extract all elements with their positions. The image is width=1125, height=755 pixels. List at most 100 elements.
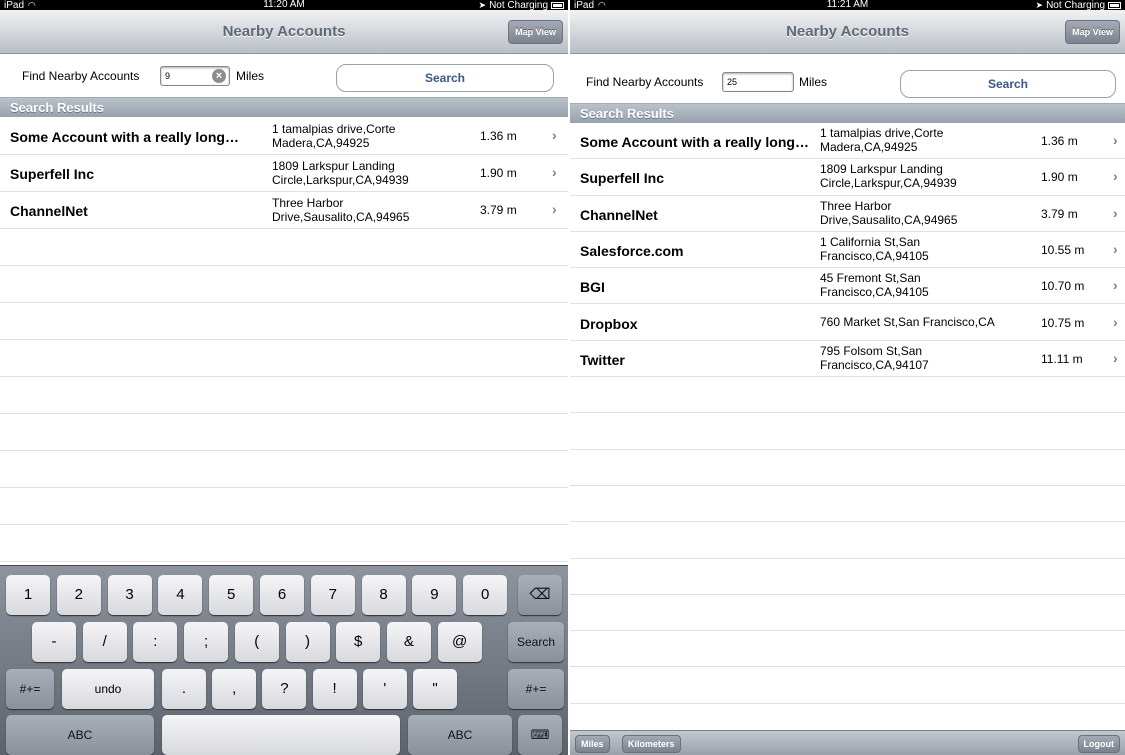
- account-name: Some Account with a really long…: [580, 134, 809, 150]
- account-name: Some Account with a really long…: [10, 129, 239, 145]
- key-0[interactable]: .: [162, 669, 206, 709]
- miles-button[interactable]: Miles: [575, 735, 610, 753]
- empty-row: [570, 377, 1125, 414]
- empty-row: [0, 266, 568, 303]
- table-row[interactable]: Some Account with a really long… 1 tamalp…: [570, 123, 1125, 160]
- account-distance: 11.11 m: [1041, 351, 1083, 366]
- address-line-1: 795 Folsom St,San: [820, 343, 923, 358]
- search-button[interactable]: Search: [900, 70, 1116, 98]
- empty-row: [0, 451, 568, 488]
- account-address: 1 tamalpias drive,Corte Madera,CA,94925: [272, 122, 472, 150]
- address-line-1: 1809 Larkspur Landing: [272, 159, 395, 173]
- location-arrow-icon: ➤: [478, 0, 487, 10]
- account-distance: 1.36 m: [1041, 134, 1078, 148]
- key-3[interactable]: !: [312, 669, 357, 709]
- chevron-right-icon: ›: [552, 127, 557, 143]
- status-bar: iPad ◠ 11:20 AM ➤ Not Charging: [0, 0, 568, 11]
- address-line-1: 45 Fremont St,San: [820, 271, 921, 286]
- find-row: Find Nearby Accounts 25 Miles Search: [570, 61, 1125, 103]
- key-2[interactable]: :: [133, 622, 178, 662]
- key-7[interactable]: &: [386, 622, 431, 662]
- table-row[interactable]: Salesforce.com 1 California St,San Francis…: [570, 231, 1125, 269]
- right-screen: iPad ◠ 11:21 AM ➤ Not Charging Nearby Acc…: [570, 0, 1125, 755]
- empty-row: [0, 340, 568, 377]
- address-line-2: Madera,CA,94925: [272, 136, 370, 150]
- keyboard-dismiss-icon[interactable]: ⌨: [518, 715, 562, 755]
- search-button[interactable]: Search: [336, 64, 554, 92]
- key-4[interactable]: 5: [209, 575, 254, 615]
- table-row[interactable]: Superfell Inc 1809 Larkspur Landing Circle…: [0, 155, 568, 192]
- key-8[interactable]: 9: [412, 575, 457, 615]
- chevron-right-icon: ›: [1113, 204, 1118, 221]
- table-row[interactable]: Dropbox 760 Market St,San Francisco,CA 10.…: [570, 304, 1125, 341]
- key-4[interactable]: ': [362, 669, 407, 709]
- table-row[interactable]: BGI 45 Fremont St,San Francisco,CA,94105 10…: [570, 268, 1125, 305]
- account-distance: 1.90 m: [1041, 170, 1078, 185]
- miles-input[interactable]: 25: [722, 72, 794, 92]
- account-distance: 10.55 m: [1041, 242, 1085, 257]
- miles-input-value: 25: [727, 77, 738, 87]
- abc-key-right[interactable]: ABC: [408, 715, 512, 755]
- key-7[interactable]: 8: [361, 575, 406, 615]
- logout-button[interactable]: Logout: [1077, 735, 1120, 753]
- page-title: Nearby Accounts: [786, 23, 909, 40]
- bottom-toolbar: Miles Kilometers Logout: [570, 730, 1125, 755]
- empty-row: [570, 559, 1125, 595]
- address-line-1: 760 Market St,San Francisco,CA: [820, 314, 995, 329]
- address-line-2: Madera,CA,94925: [820, 140, 918, 154]
- space-key[interactable]: [162, 715, 400, 755]
- undo-key[interactable]: undo: [62, 669, 154, 709]
- empty-row: [0, 414, 568, 451]
- key-2[interactable]: 3: [107, 575, 152, 615]
- empty-row: [0, 303, 568, 340]
- table-row[interactable]: Superfell Inc 1809 Larkspur Landing Circle…: [570, 159, 1125, 196]
- account-distance: 1.36 m: [480, 129, 517, 143]
- clear-icon[interactable]: ×: [212, 69, 226, 83]
- shift-symbols-key-left[interactable]: #+=: [6, 669, 54, 709]
- key-0[interactable]: 1: [6, 575, 50, 615]
- empty-row: [570, 668, 1125, 704]
- map-view-button[interactable]: Map View: [1065, 20, 1120, 44]
- key-1[interactable]: ,: [212, 669, 257, 709]
- account-name: Dropbox: [580, 315, 638, 332]
- key-5[interactable]: ": [413, 669, 457, 709]
- chevron-right-icon: ›: [1113, 168, 1118, 185]
- table-row[interactable]: Twitter 795 Folsom St,San Francisco,CA,941…: [570, 340, 1125, 378]
- key-3[interactable]: 4: [158, 575, 203, 615]
- chevron-right-icon: ›: [552, 164, 557, 180]
- status-bar: iPad ◠ 11:21 AM ➤ Not Charging: [570, 0, 1125, 11]
- key-1[interactable]: /: [82, 622, 127, 662]
- key-9[interactable]: 0: [463, 575, 508, 615]
- key-6[interactable]: 7: [310, 575, 355, 615]
- key-4[interactable]: (: [234, 622, 279, 662]
- account-name: ChannelNet: [580, 206, 658, 223]
- search-results-header: Search Results: [0, 97, 568, 117]
- chevron-right-icon: ›: [552, 201, 557, 217]
- address-line-2: Drive,Sausalito,CA,94965: [272, 210, 410, 224]
- battery-icon: [1108, 2, 1121, 9]
- key-3[interactable]: ;: [184, 622, 229, 662]
- kilometers-button[interactable]: Kilometers: [622, 735, 681, 753]
- shift-symbols-key-right[interactable]: #+=: [508, 669, 564, 709]
- address-line-1: 1 California St,San: [820, 234, 921, 249]
- backspace-icon[interactable]: ⌫: [518, 575, 562, 615]
- abc-key-left[interactable]: ABC: [6, 715, 154, 755]
- miles-input[interactable]: 9 ×: [160, 66, 230, 86]
- address-line-2: Francisco,CA,94105: [820, 285, 929, 300]
- account-name: ChannelNet: [10, 203, 88, 219]
- table-row[interactable]: ChannelNet Three Harbor Drive,Sausalito,CA…: [0, 192, 568, 229]
- address-line-2: Circle,Larkspur,CA,94939: [820, 176, 957, 191]
- key-5[interactable]: 6: [260, 575, 304, 615]
- map-view-button[interactable]: Map View: [508, 20, 563, 44]
- table-row[interactable]: Some Account with a really long… 1 tamalp…: [0, 118, 568, 155]
- key-0[interactable]: -: [32, 622, 76, 662]
- key-1[interactable]: 2: [56, 575, 101, 615]
- key-6[interactable]: $: [336, 622, 381, 662]
- search-key[interactable]: Search: [508, 622, 564, 662]
- key-8[interactable]: @: [437, 622, 482, 662]
- key-5[interactable]: ): [285, 622, 330, 662]
- key-2[interactable]: ?: [262, 669, 307, 709]
- table-row[interactable]: ChannelNet Three Harbor Drive,Sausalito,CA…: [570, 195, 1125, 232]
- account-address: Three Harbor Drive,Sausalito,CA,94965: [272, 196, 472, 224]
- empty-row: [570, 450, 1125, 486]
